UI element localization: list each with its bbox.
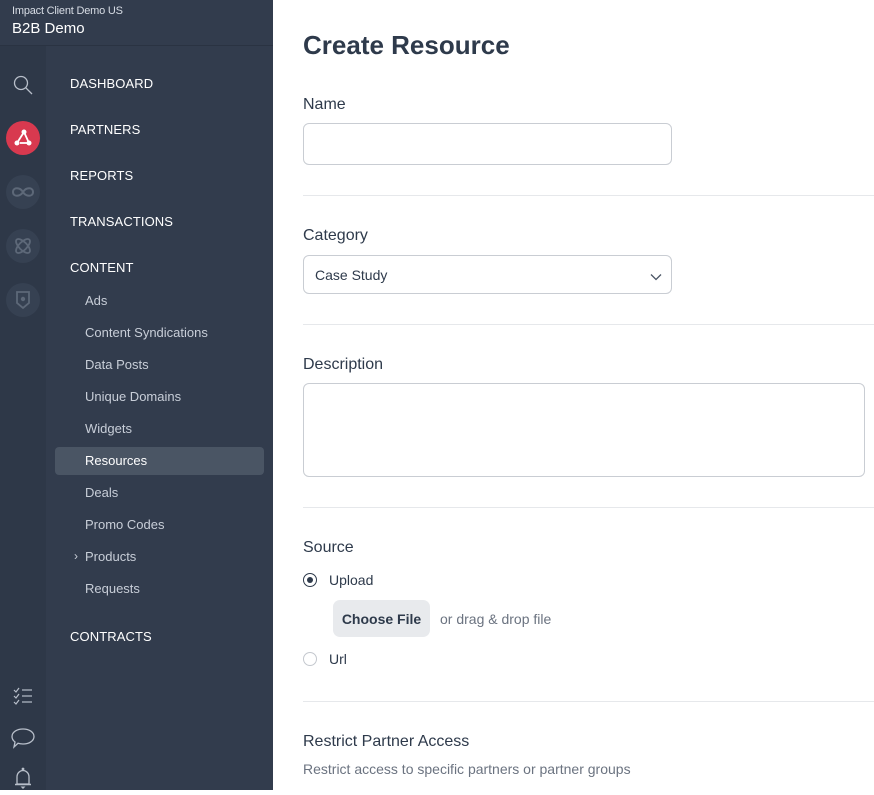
nav-item-transactions[interactable]: TRANSACTIONS: [70, 214, 173, 229]
nav-subitem-label: Widgets: [85, 421, 132, 436]
nav-item-contracts[interactable]: CONTRACTS: [70, 629, 152, 644]
nav-subitem-label: Products: [85, 549, 137, 564]
sidebar: Impact Client Demo US B2B Demo DASHBOARD: [0, 0, 273, 790]
chevron-down-icon: [650, 268, 662, 286]
nav-subitem-resources[interactable]: Resources: [55, 447, 264, 475]
nav-subitem-label: Ads: [85, 293, 108, 308]
description-label: Description: [303, 356, 384, 373]
nav-subitem-products[interactable]: › Products: [55, 542, 264, 570]
partnerships-icon[interactable]: [6, 121, 40, 155]
nav-subitem-label: Unique Domains: [85, 389, 182, 404]
divider: [303, 195, 874, 196]
source-url-radio[interactable]: [303, 652, 317, 666]
icon-rail: [0, 46, 46, 790]
org-subtitle: Impact Client Demo US: [12, 5, 123, 17]
choose-file-button[interactable]: Choose File: [333, 600, 430, 637]
description-textarea[interactable]: [303, 383, 865, 477]
nav-subitem-label: Deals: [85, 485, 119, 500]
nav-subitem-promo-codes[interactable]: Promo Codes: [55, 510, 264, 538]
nav-subitem-ads[interactable]: Ads: [55, 286, 264, 314]
nav-item-dashboard[interactable]: DASHBOARD: [70, 76, 153, 91]
nav-subitem-widgets[interactable]: Widgets: [55, 414, 264, 442]
nav-subitem-content-syndications[interactable]: Content Syndications: [55, 318, 264, 346]
source-upload-radio[interactable]: [303, 573, 317, 587]
category-selected-value: Case Study: [315, 267, 388, 283]
nav-item-reports[interactable]: REPORTS: [70, 168, 133, 183]
nav-subitem-label: Data Posts: [85, 357, 149, 372]
source-upload-label[interactable]: Upload: [329, 572, 373, 588]
checklist-icon[interactable]: [6, 679, 40, 713]
nav-subitem-label: Resources: [85, 453, 148, 468]
category-select[interactable]: Case Study: [303, 255, 672, 294]
atom-icon[interactable]: [6, 229, 40, 263]
source-label: Source: [303, 539, 354, 556]
nav-subitem-unique-domains[interactable]: Unique Domains: [55, 382, 264, 410]
nav-item-partners[interactable]: PARTNERS: [70, 122, 140, 137]
chat-icon[interactable]: [6, 721, 40, 755]
divider: [303, 507, 874, 508]
nav-subitem-deals[interactable]: Deals: [55, 478, 264, 506]
drag-drop-hint: or drag & drop file: [440, 611, 552, 627]
chevron-right-icon[interactable]: ›: [74, 549, 78, 563]
nav-subitem-requests[interactable]: Requests: [55, 574, 264, 602]
org-name: B2B Demo: [12, 20, 85, 37]
search-icon[interactable]: [6, 68, 40, 102]
restrict-access-description: Restrict access to specific partners or …: [303, 761, 631, 777]
nav-subitem-label: Content Syndications: [85, 325, 208, 340]
shield-icon[interactable]: [6, 283, 40, 317]
category-label: Category: [303, 227, 368, 244]
name-input[interactable]: [303, 123, 672, 165]
name-label: Name: [303, 96, 346, 113]
create-resource-form: Create Resource Name Category Case Study…: [273, 0, 874, 790]
source-url-label[interactable]: Url: [329, 651, 347, 667]
divider: [303, 701, 874, 702]
nav-subitem-data-posts[interactable]: Data Posts: [55, 350, 264, 378]
restrict-access-title: Restrict Partner Access: [303, 733, 470, 750]
org-switcher[interactable]: Impact Client Demo US B2B Demo: [0, 0, 273, 46]
divider: [303, 324, 874, 325]
nav-subitem-label: Requests: [85, 581, 140, 596]
page-title: Create Resource: [303, 30, 510, 60]
nav-item-content[interactable]: CONTENT: [70, 260, 134, 275]
infinity-icon[interactable]: [6, 175, 40, 209]
nav-subitem-label: Promo Codes: [85, 517, 165, 532]
